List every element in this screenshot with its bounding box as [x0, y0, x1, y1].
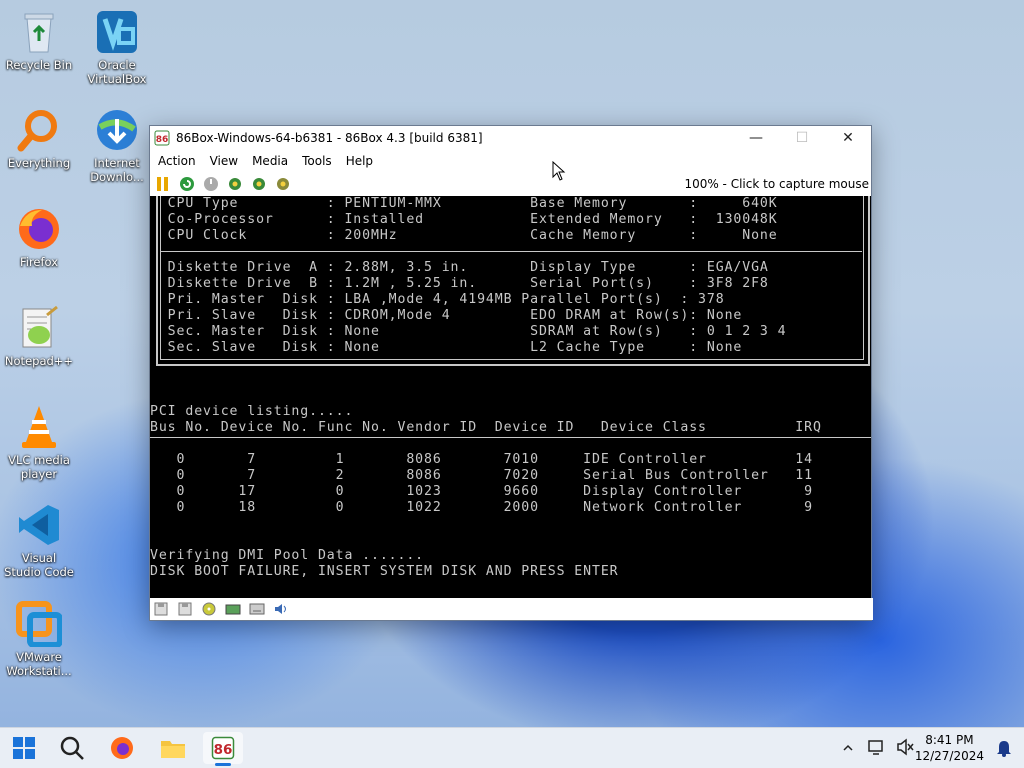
- virtualbox-icon: [93, 8, 141, 56]
- everything-search-icon: [15, 106, 63, 154]
- desktop-icon-oracle-virtualbox[interactable]: Oracle VirtualBox: [81, 8, 153, 86]
- taskbar: 86 8:41 PM 12/27/2024: [0, 727, 1024, 768]
- floppy-a-icon[interactable]: [152, 601, 170, 617]
- hdd-icon[interactable]: [224, 601, 242, 617]
- start-button[interactable]: [4, 732, 44, 764]
- pci-row: 0 18 0 1022 2000 Network Controller 9: [150, 500, 813, 515]
- settings-2-icon[interactable]: [250, 175, 268, 193]
- desktop-icon-notepad-plus-plus[interactable]: Notepad++: [3, 304, 75, 368]
- menu-action[interactable]: Action: [150, 154, 202, 168]
- pci-header: Bus No. Device No. Func No. Vendor ID De…: [150, 420, 822, 435]
- menu-media[interactable]: Media: [244, 154, 294, 168]
- notification-bell-icon[interactable]: [996, 739, 1012, 761]
- bios-divider: [160, 251, 862, 252]
- menu-view[interactable]: View: [202, 154, 244, 168]
- pause-icon[interactable]: [154, 175, 172, 193]
- close-button[interactable]: ✕: [825, 126, 871, 150]
- menu-tools[interactable]: Tools: [294, 154, 338, 168]
- svg-text:86: 86: [156, 135, 169, 145]
- menu-bar: Action View Media Tools Help: [150, 150, 871, 172]
- pci-title: PCI device listing.....: [150, 404, 354, 419]
- desktop-icon-recycle-bin[interactable]: Recycle Bin: [3, 8, 75, 72]
- capture-mouse-hint: 100% - Click to capture mouse: [684, 177, 869, 191]
- desktop-icon-label: Firefox: [19, 255, 59, 269]
- clock-time: 8:41 PM: [925, 733, 974, 747]
- screenshot-icon[interactable]: [274, 175, 292, 193]
- dmi-line: Verifying DMI Pool Data .......: [150, 548, 425, 563]
- bios-line: Pri. Slave Disk : CDROM,Mode 4 EDO DRAM …: [150, 308, 743, 323]
- floppy-b-icon[interactable]: [176, 601, 194, 617]
- pci-divider: [150, 437, 871, 438]
- desktop-icon-label: VLC media player: [8, 453, 70, 481]
- folder-icon: [161, 741, 185, 758]
- bios-line: CPU Type : PENTIUM-MMX Base Memory : 640…: [150, 196, 778, 211]
- settings-icon[interactable]: [226, 175, 244, 193]
- emulator-screen[interactable]: CPU Type : PENTIUM-MMX Base Memory : 640…: [150, 196, 871, 598]
- search-icon: [60, 736, 84, 760]
- boot-error-line: DISK BOOT FAILURE, INSERT SYSTEM DISK AN…: [150, 564, 619, 579]
- window-title: 86Box-Windows-64-b6381 - 86Box 4.3 [buil…: [176, 131, 483, 145]
- taskbar-firefox[interactable]: [102, 732, 142, 764]
- 86box-app-icon: 86: [154, 130, 170, 146]
- clock[interactable]: 8:41 PM 12/27/2024: [915, 732, 984, 764]
- desktop-icon-visual-studio-code[interactable]: Visual Studio Code: [3, 501, 75, 579]
- menu-help[interactable]: Help: [338, 154, 379, 168]
- pci-row: 0 17 0 1023 9660 Display Controller 9: [150, 484, 813, 499]
- cdrom-icon[interactable]: [200, 601, 218, 617]
- active-indicator: [215, 763, 231, 766]
- recycle-bin-icon: [15, 8, 63, 56]
- vscode-icon: [15, 501, 63, 549]
- status-bar: [150, 598, 873, 620]
- bios-line: Pri. Master Disk : LBA ,Mode 4, 4194MB P…: [150, 292, 725, 307]
- desktop-icon-vlc-media-player[interactable]: VLC media player: [3, 403, 75, 481]
- vmware-icon: [15, 600, 63, 648]
- desktop-icon-firefox[interactable]: Firefox: [3, 205, 75, 269]
- desktop-icon-label: Internet Downlo...: [90, 156, 144, 184]
- windows-logo-icon: [13, 737, 35, 759]
- network-status-icon[interactable]: [867, 738, 885, 760]
- desktop-icon-everything[interactable]: Everything: [3, 106, 75, 170]
- desktop-icon-internet-download-manager[interactable]: Internet Downlo...: [81, 106, 153, 184]
- firefox-icon: [111, 737, 133, 759]
- power-icon[interactable]: [202, 175, 220, 193]
- sound-icon[interactable]: [272, 601, 290, 617]
- bios-line: Sec. Master Disk : None SDRAM at Row(s) …: [150, 324, 787, 339]
- idm-icon: [93, 106, 141, 154]
- vlc-icon: [15, 403, 63, 451]
- notepad-plus-plus-icon: [15, 304, 63, 352]
- network-icon[interactable]: [248, 601, 266, 617]
- bios-line: Sec. Slave Disk : None L2 Cache Type : N…: [150, 340, 743, 355]
- desktop-icon-label: Everything: [7, 156, 71, 170]
- reset-icon[interactable]: [178, 175, 196, 193]
- bios-line: Diskette Drive B : 1.2M , 5.25 in. Seria…: [150, 276, 769, 291]
- chevron-up-icon[interactable]: [842, 739, 854, 758]
- desktop-icon-label: Visual Studio Code: [4, 551, 74, 579]
- bios-line: Diskette Drive A : 2.88M, 3.5 in. Displa…: [150, 260, 769, 275]
- search-button[interactable]: [52, 732, 92, 764]
- taskbar-86box[interactable]: 86: [203, 732, 243, 766]
- bios-line: CPU Clock : 200MHz Cache Memory : None: [150, 228, 778, 243]
- maximize-button[interactable]: ☐: [779, 126, 825, 150]
- title-bar[interactable]: 86 86Box-Windows-64-b6381 - 86Box 4.3 [b…: [150, 126, 871, 150]
- desktop-icon-vmware-workstation[interactable]: VMware Workstati...: [3, 600, 75, 678]
- 86box-window: 86 86Box-Windows-64-b6381 - 86Box 4.3 [b…: [149, 125, 873, 621]
- mouse-cursor-icon: [552, 161, 566, 181]
- svg-text:86: 86: [214, 742, 233, 758]
- minimize-button[interactable]: —: [733, 126, 779, 150]
- pci-row: 0 7 1 8086 7010 IDE Controller 14: [150, 452, 813, 467]
- 86box-app-icon: 86: [211, 736, 235, 760]
- desktop-icon-label: VMware Workstati...: [6, 650, 72, 678]
- toolbar: 100% - Click to capture mouse: [150, 172, 871, 197]
- desktop-icon-label: Oracle VirtualBox: [87, 58, 147, 86]
- firefox-icon: [15, 205, 63, 253]
- desktop-icon-label: Recycle Bin: [5, 58, 73, 72]
- desktop-icon-label: Notepad++: [4, 354, 74, 368]
- pci-row: 0 7 2 8086 7020 Serial Bus Controller 11: [150, 468, 813, 483]
- taskbar-file-explorer[interactable]: [153, 732, 193, 764]
- clock-date: 12/27/2024: [914, 749, 984, 763]
- volume-muted-icon[interactable]: [896, 738, 914, 760]
- bios-line: Co-Processor : Installed Extended Memory…: [150, 212, 778, 227]
